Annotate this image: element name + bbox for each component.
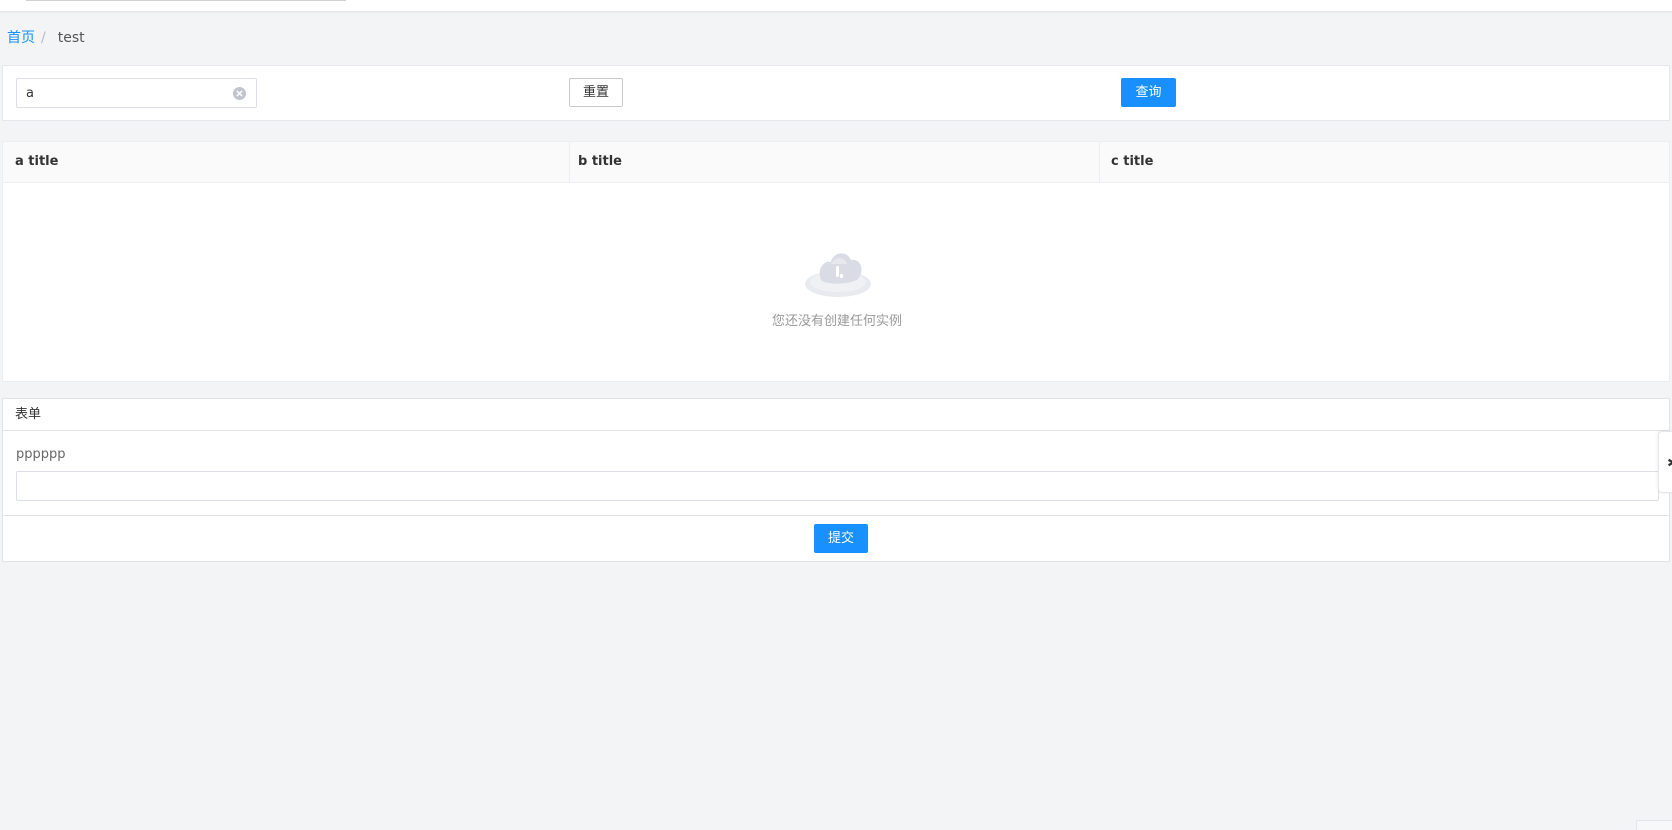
top-bar	[0, 0, 1672, 12]
form-footer: 提交	[3, 515, 1669, 561]
gear-icon: ✱	[1667, 454, 1672, 472]
query-button[interactable]: 查询	[1121, 78, 1176, 107]
data-table: a title b title c title 您还没有创建任何实例	[2, 141, 1670, 382]
corner-widget	[1636, 820, 1672, 830]
submit-button[interactable]: 提交	[814, 524, 868, 553]
column-header-a[interactable]: a title	[3, 142, 570, 182]
breadcrumb-home-link[interactable]: 首页	[7, 30, 35, 46]
filter-panel: 重置 查询	[2, 65, 1670, 121]
column-header-b[interactable]: b title	[570, 142, 1100, 182]
empty-state-text: 您还没有创建任何实例	[771, 314, 902, 329]
empty-state-icon	[805, 253, 871, 297]
side-settings-handle[interactable]: ✱	[1658, 431, 1672, 493]
top-search-field[interactable]	[26, 0, 346, 1]
clear-icon[interactable]	[233, 87, 246, 100]
table-header: a title b title c title	[3, 142, 1669, 183]
breadcrumb-current: test	[57, 30, 85, 46]
search-box	[16, 78, 257, 108]
pppppp-input[interactable]	[16, 471, 1659, 501]
field-label: pppppp	[16, 447, 66, 462]
search-input[interactable]	[17, 79, 256, 107]
reset-button[interactable]: 重置	[569, 78, 623, 107]
form-title: 表单	[3, 399, 1669, 431]
column-header-c[interactable]: c title	[1100, 142, 1671, 182]
breadcrumb-separator: /	[41, 30, 46, 46]
breadcrumb: 首页 / test	[7, 28, 85, 48]
form-panel: 表单 pppppp 提交	[2, 398, 1670, 562]
